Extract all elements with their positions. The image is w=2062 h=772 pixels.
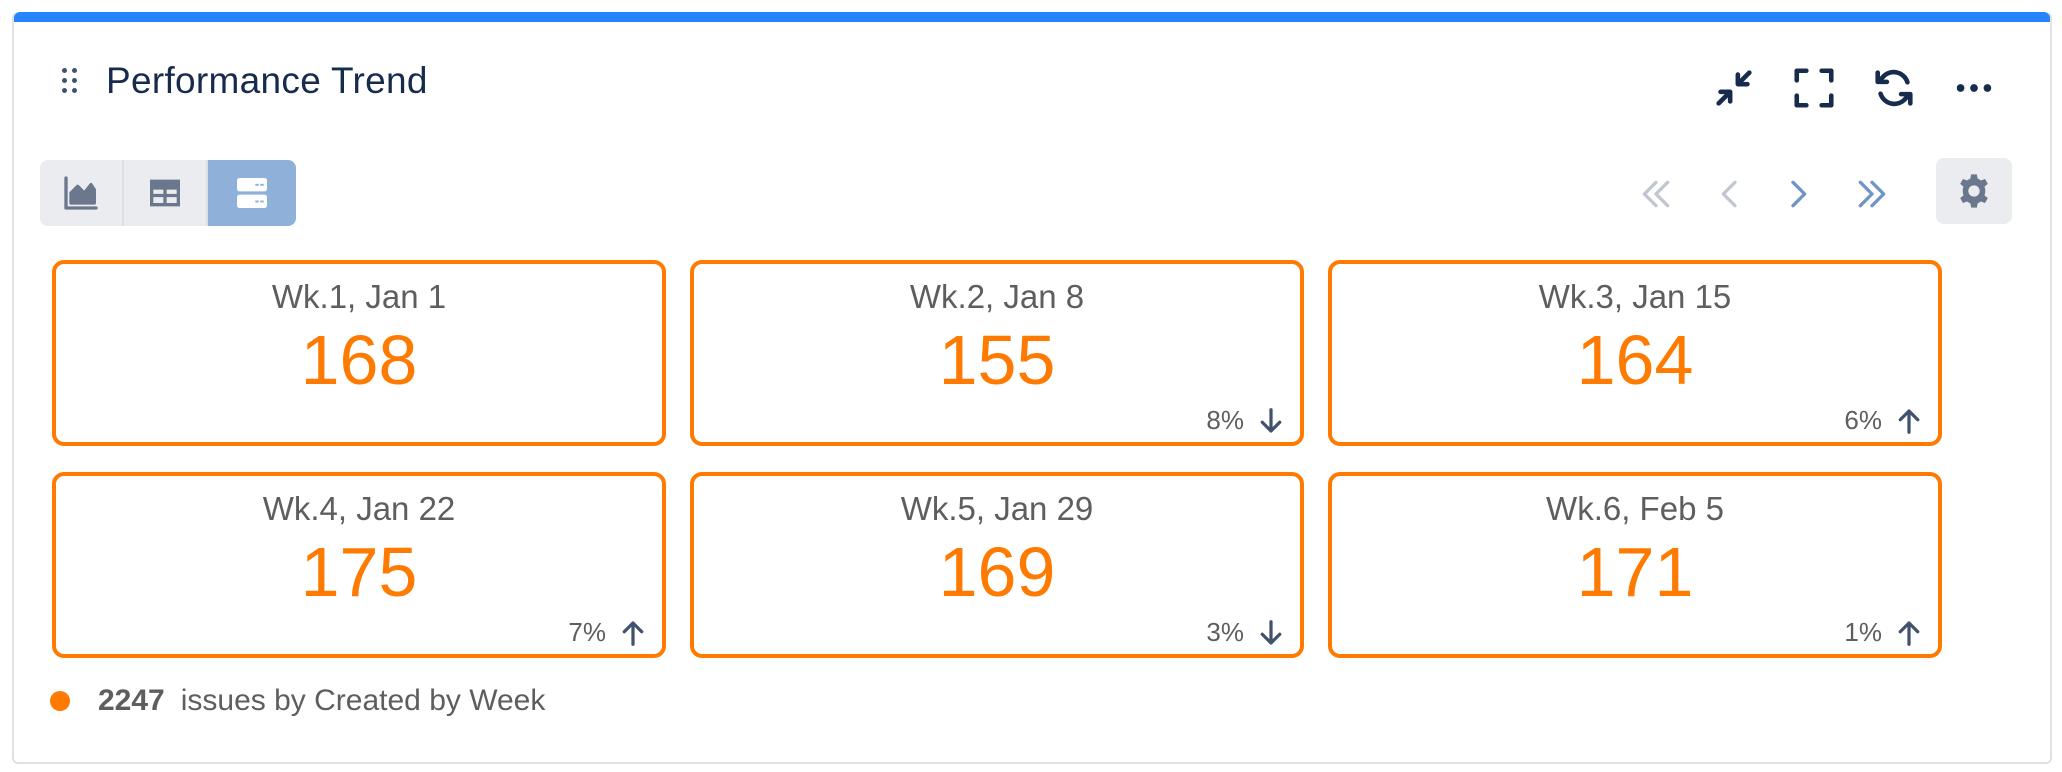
change-percent: 8% [1206,405,1244,435]
more-button[interactable] [1948,62,2000,114]
card-value: 169 [938,533,1056,611]
card-change: 1% [1844,617,1924,648]
week-card[interactable]: Wk.4, Jan 22 175 7% [52,472,666,658]
arrow-up-icon [1898,408,1920,434]
settings-button[interactable] [1936,158,2012,224]
next-page-icon [1791,180,1807,208]
week-card[interactable]: Wk.3, Jan 15 164 6% [1328,260,1942,446]
card-value: 175 [300,533,418,611]
fullscreen-icon [1794,68,1834,108]
cards-view-button[interactable] [208,160,296,226]
card-label: Wk.2, Jan 8 [909,278,1085,315]
card-label: Wk.3, Jan 15 [1538,278,1732,315]
change-percent: 3% [1206,617,1244,647]
arrow-up-icon [1898,620,1920,646]
minimize-button[interactable] [1708,62,1760,114]
drag-handle-icon[interactable] [62,68,80,100]
view-switcher [40,160,296,226]
last-page-button[interactable] [1848,170,1896,218]
chart-view-icon [64,176,98,210]
week-card[interactable]: Wk.5, Jan 29 169 3% [690,472,1304,658]
card-label: Wk.4, Jan 22 [262,490,456,527]
more-icon [1956,84,1992,92]
minimize-icon [1716,70,1752,106]
card-value: 171 [1576,533,1694,611]
card-change: 8% [1206,405,1286,436]
footer-description: issues by Created by Week [180,684,546,717]
refresh-button[interactable] [1868,62,1920,114]
arrow-down-icon [1260,407,1282,433]
card-value: 168 [300,321,418,399]
card-change: 7% [568,617,648,648]
gadget-title: Performance Trend [106,60,428,101]
card-value: 164 [1576,321,1694,399]
last-page-icon [1858,180,1886,208]
table-view-button[interactable] [124,160,208,226]
change-percent: 7% [568,617,606,647]
cards-view-icon [237,178,267,208]
week-card[interactable]: Wk.2, Jan 8 155 8% [690,260,1304,446]
arrow-down-icon [1260,619,1282,645]
legend-dot-icon [50,691,70,711]
card-change: 3% [1206,617,1286,648]
gear-icon [1960,174,1988,208]
week-card[interactable]: Wk.6, Feb 5 171 1% [1328,472,1942,658]
gadget-footer: 2247 issues by Created by Week [50,684,545,718]
gadget-top-accent [14,12,2050,22]
card-label: Wk.5, Jan 29 [900,490,1094,527]
table-view-icon [150,179,180,207]
next-page-button[interactable] [1774,170,1822,218]
change-percent: 1% [1844,617,1882,647]
first-page-icon [1642,180,1670,208]
card-value: 155 [938,321,1056,399]
change-percent: 6% [1844,405,1882,435]
card-label: Wk.1, Jan 1 [271,278,447,315]
arrow-up-icon [622,620,644,646]
previous-page-icon [1721,180,1737,208]
first-page-button[interactable] [1632,170,1680,218]
issue-count: 2247 [98,684,165,717]
chart-view-button[interactable] [40,160,124,226]
refresh-icon [1875,69,1913,107]
card-label: Wk.6, Feb 5 [1546,490,1724,527]
week-card[interactable]: Wk.1, Jan 1 168 [52,260,666,446]
card-change: 6% [1844,405,1924,436]
fullscreen-button[interactable] [1788,62,1840,114]
previous-page-button[interactable] [1706,170,1754,218]
